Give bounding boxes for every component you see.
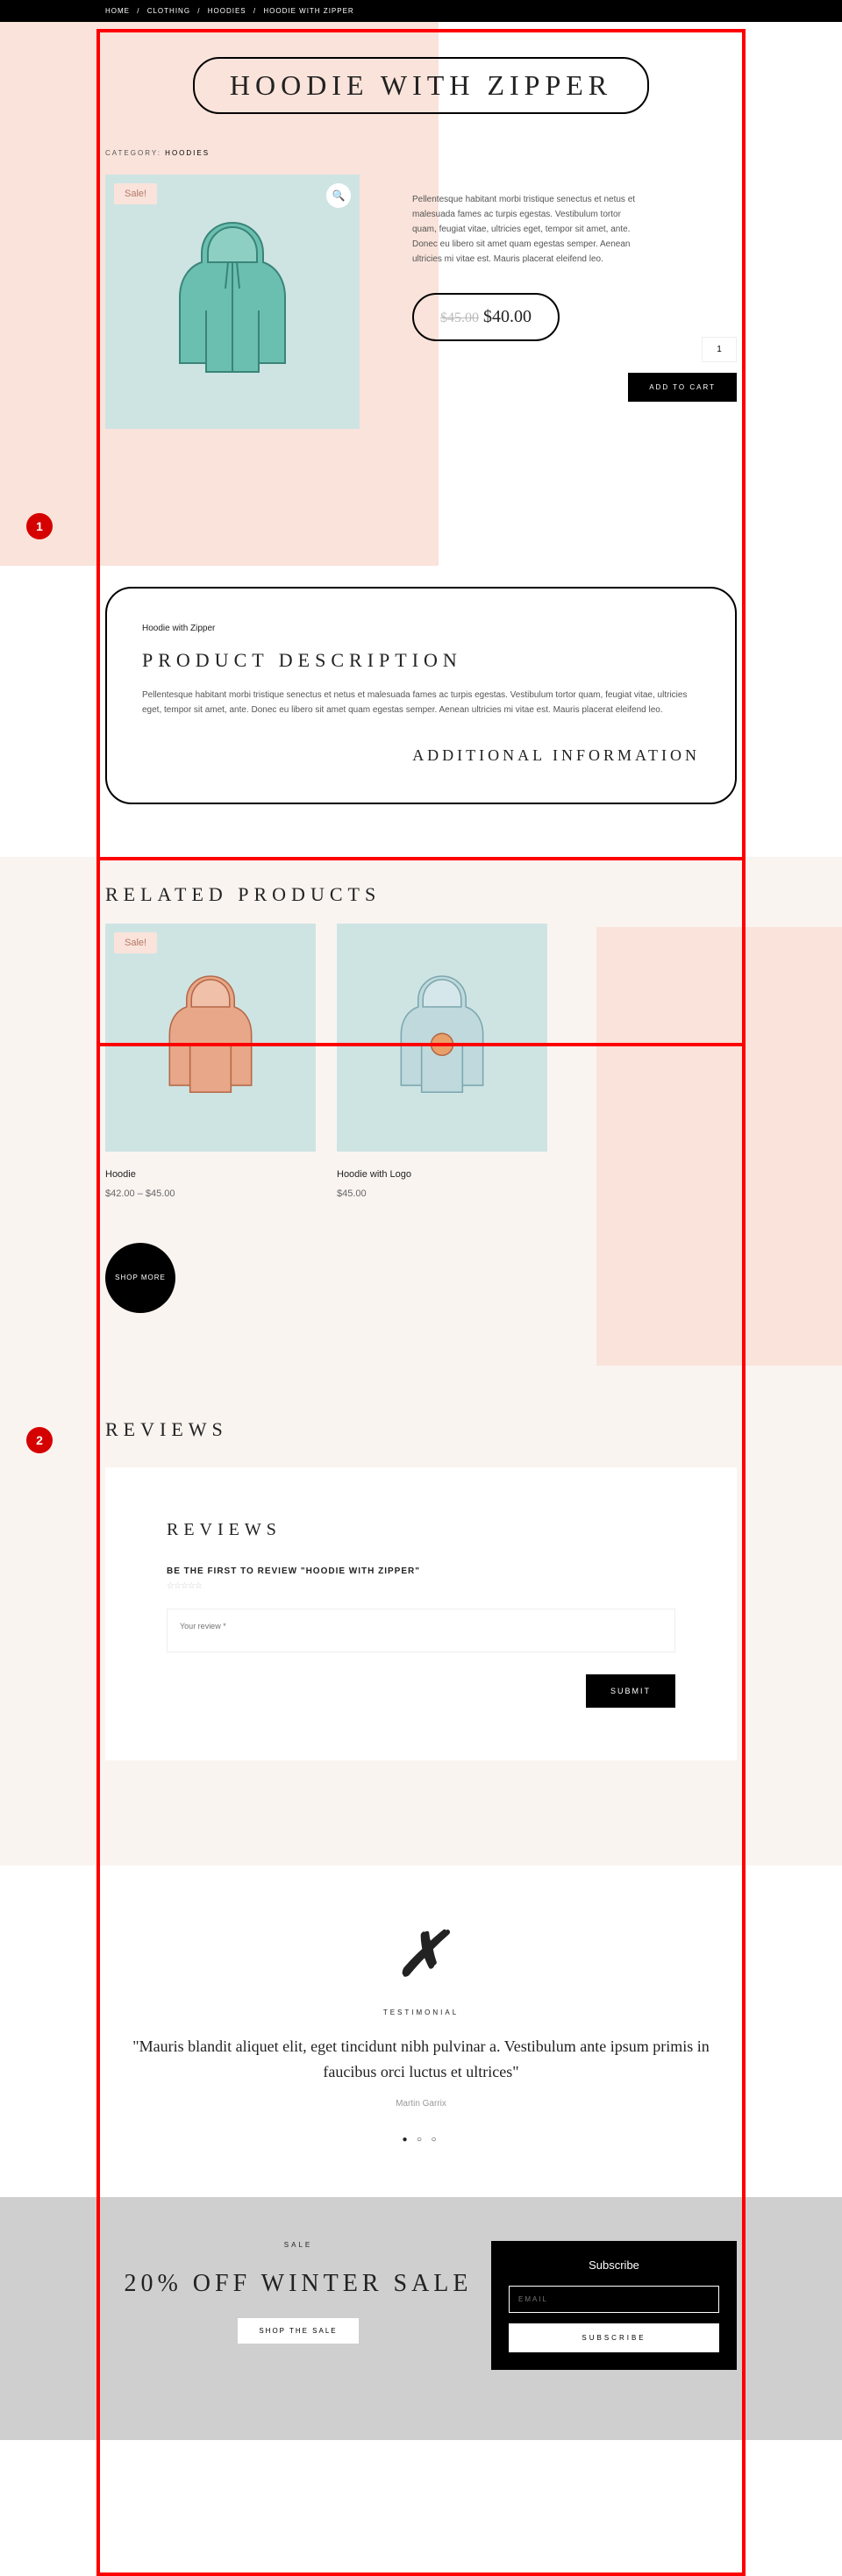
product-image bbox=[105, 175, 360, 429]
subscribe-button[interactable]: SUBSCRIBE bbox=[509, 2323, 719, 2352]
review-textarea[interactable] bbox=[167, 1609, 675, 1652]
breadcrumb-clothing[interactable]: CLOTHING bbox=[147, 7, 190, 15]
related-heading: RELATED PRODUCTS bbox=[105, 883, 737, 906]
description-box: Hoodie with Zipper PRODUCT DESCRIPTION P… bbox=[105, 587, 737, 804]
breadcrumb-hoodies[interactable]: HOODIES bbox=[208, 7, 246, 15]
description-text: Pellentesque habitant morbi tristique se… bbox=[142, 688, 700, 717]
additional-info-heading[interactable]: ADDITIONAL INFORMATION bbox=[412, 744, 700, 767]
page-title: HOODIE WITH ZIPPER bbox=[193, 57, 649, 114]
testimonial-label: TESTIMONIAL bbox=[105, 2009, 737, 2016]
product-gallery[interactable]: Sale! 🔍 bbox=[105, 175, 360, 429]
breadcrumb-current: HOODIE WITH ZIPPER bbox=[263, 7, 353, 15]
subscribe-box: Subscribe SUBSCRIBE bbox=[491, 2241, 737, 2370]
product-summary: Pellentesque habitant morbi tristique se… bbox=[412, 175, 737, 429]
current-price: $40.00 bbox=[483, 307, 532, 326]
slider-dots[interactable]: ● ○ ○ bbox=[105, 2135, 737, 2144]
submit-review-button[interactable]: SUBMIT bbox=[586, 1674, 675, 1708]
short-description: Pellentesque habitant morbi tristique se… bbox=[412, 192, 640, 267]
related-product[interactable]: Hoodie with Logo $45.00 bbox=[337, 924, 547, 1199]
quantity-input[interactable] bbox=[702, 337, 737, 362]
add-to-cart-button[interactable]: ADD TO CART bbox=[628, 373, 737, 402]
sale-title: 20% OFF WINTER SALE bbox=[105, 2266, 491, 2301]
annotation-marker-1: 1 bbox=[26, 513, 53, 539]
first-review-prompt: BE THE FIRST TO REVIEW "HOODIE WITH ZIPP… bbox=[167, 1566, 675, 1576]
related-product[interactable]: Sale! Hoodie $42.00 – $45.00 bbox=[105, 924, 316, 1199]
sale-tag: SALE bbox=[105, 2241, 491, 2249]
product-card-name: Hoodie with Logo bbox=[337, 1169, 547, 1180]
annotation-marker-2: 2 bbox=[26, 1427, 53, 1453]
price: $45.00 $40.00 bbox=[412, 293, 560, 341]
product-card-price: $45.00 bbox=[337, 1188, 547, 1199]
review-panel: REVIEWS BE THE FIRST TO REVIEW "HOODIE W… bbox=[105, 1467, 737, 1760]
old-price: $45.00 bbox=[440, 310, 479, 325]
sale-badge: Sale! bbox=[114, 932, 157, 953]
product-name-small: Hoodie with Zipper bbox=[142, 624, 700, 633]
product-card-name: Hoodie bbox=[105, 1169, 316, 1180]
reviews-panel-heading: REVIEWS bbox=[167, 1520, 675, 1540]
top-bar: HOME / CLOTHING / HOODIES / HOODIE WITH … bbox=[0, 0, 842, 22]
breadcrumb: HOME / CLOTHING / HOODIES / HOODIE WITH … bbox=[105, 7, 737, 15]
breadcrumb-home[interactable]: HOME bbox=[105, 7, 130, 15]
rating-stars[interactable]: ☆☆☆☆☆ bbox=[167, 1581, 675, 1591]
shop-more-button[interactable]: SHOP MORE bbox=[105, 1243, 175, 1313]
sale-section: SALE 20% OFF WINTER SALE SHOP THE SALE S… bbox=[0, 2197, 842, 2440]
reviews-heading: REVIEWS bbox=[105, 1418, 737, 1441]
testimonial-author: Martin Garrix bbox=[105, 2099, 737, 2109]
category-meta: CATEGORY: HOODIES bbox=[105, 149, 737, 157]
email-field[interactable] bbox=[509, 2286, 719, 2313]
testimonial-quote: "Mauris blandit aliquet elit, eget tinci… bbox=[105, 2034, 737, 2085]
subscribe-title: Subscribe bbox=[509, 2258, 719, 2272]
description-heading: PRODUCT DESCRIPTION bbox=[142, 649, 700, 672]
shop-sale-button[interactable]: SHOP THE SALE bbox=[238, 2318, 358, 2344]
category-link[interactable]: HOODIES bbox=[165, 149, 210, 157]
product-card-price: $42.00 – $45.00 bbox=[105, 1188, 316, 1199]
x-icon: ✗ bbox=[105, 1918, 737, 1991]
